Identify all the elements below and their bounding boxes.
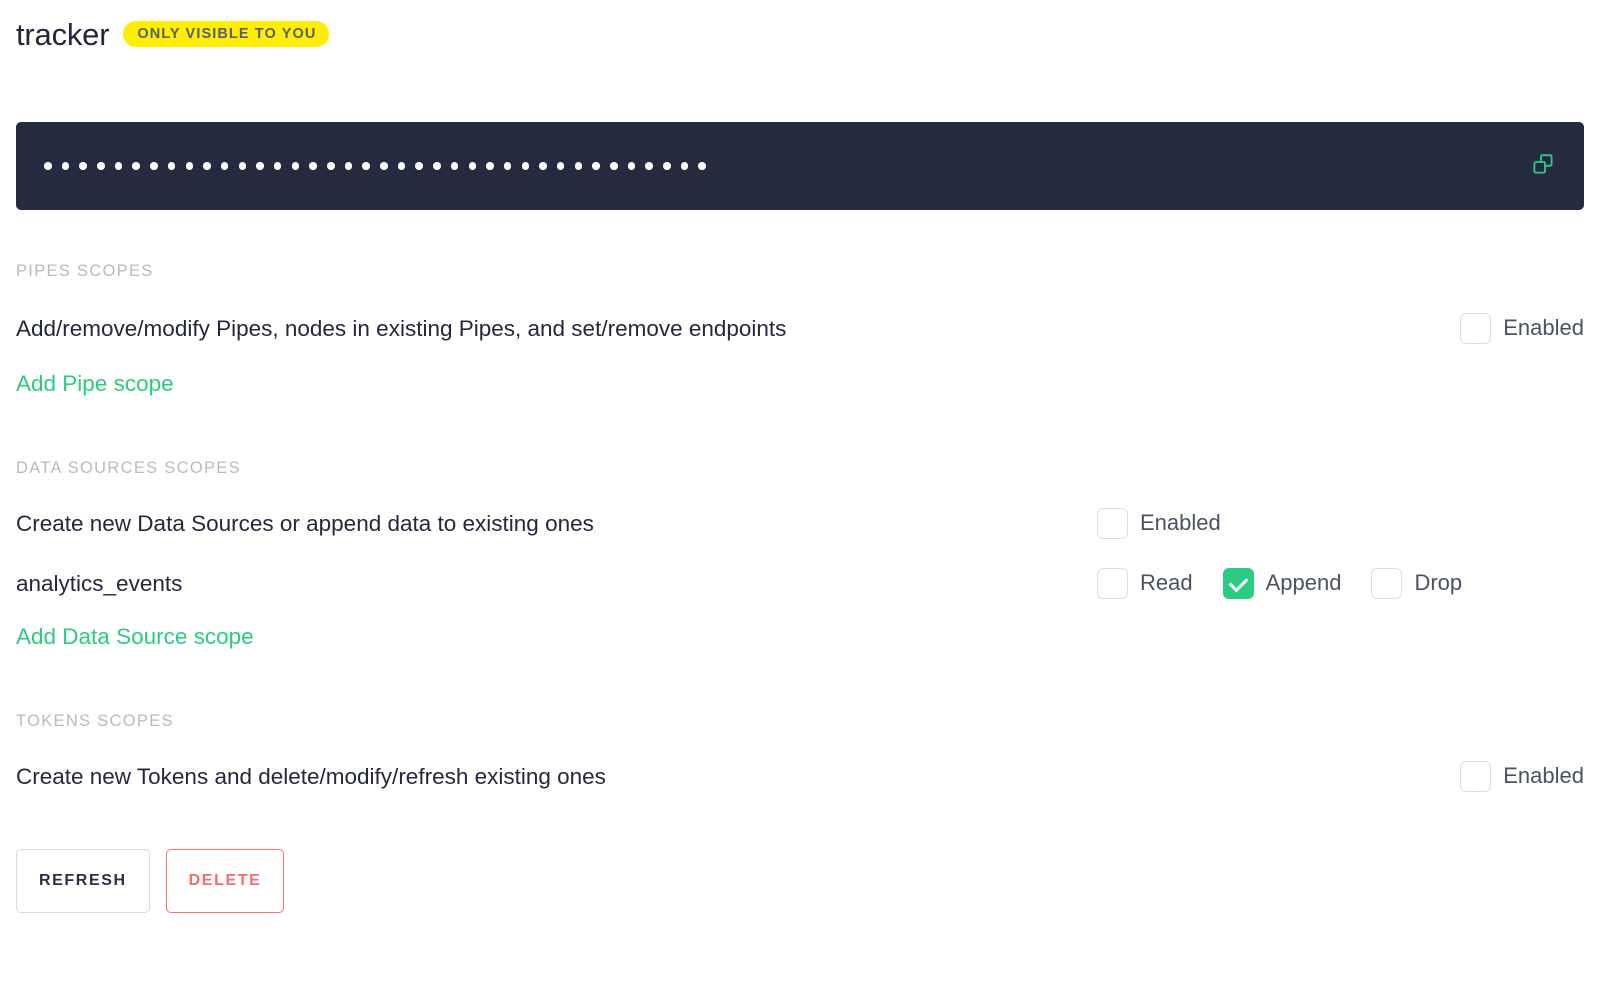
data-sources-scopes-label: DATA SOURCES SCOPES [16,459,1584,478]
tokens-scope-row: Create new Tokens and delete/modify/refr… [16,759,1584,793]
refresh-button[interactable]: REFRESH [16,849,150,913]
tokens-enabled-checkbox[interactable] [1460,761,1491,792]
data-sources-scope-description: Create new Data Sources or append data t… [16,510,594,537]
permission-append-checkbox[interactable] [1223,568,1254,599]
token-settings-page: tracker ONLY VISIBLE TO YOU PIPES SCOPES… [0,0,1600,994]
section-pipes-scopes: PIPES SCOPES Add/remove/modify Pipes, no… [16,262,1584,397]
data-sources-enabled-label: Enabled [1140,510,1221,536]
add-data-source-scope-row: Add Data Source scope [16,624,1584,650]
data-sources-enabled-group[interactable]: Enabled [1097,508,1221,539]
pipes-scope-row: Add/remove/modify Pipes, nodes in existi… [16,311,1584,345]
page-header: tracker ONLY VISIBLE TO YOU [0,0,1600,54]
pipes-enabled-checkbox[interactable] [1460,313,1491,344]
permission-read-checkbox[interactable] [1097,568,1128,599]
pipes-enabled-label: Enabled [1503,315,1584,341]
delete-button[interactable]: DELETE [166,849,285,913]
add-pipe-scope-row: Add Pipe scope [16,371,1584,397]
permission-drop-checkbox[interactable] [1371,568,1402,599]
pipes-enabled-group[interactable]: Enabled [1460,313,1584,344]
tokens-enabled-label: Enabled [1503,763,1584,789]
visibility-badge: ONLY VISIBLE TO YOU [123,21,329,48]
permission-append-group[interactable]: Append [1223,568,1342,599]
pipes-scopes-label: PIPES SCOPES [16,262,1584,281]
pipes-scope-controls: Enabled [1460,313,1584,344]
permission-read-label: Read [1140,570,1193,596]
copy-icon [1532,153,1554,180]
data-sources-scope-controls: Enabled [1097,508,1584,539]
page-title: tracker [16,19,109,50]
tokens-enabled-group[interactable]: Enabled [1460,761,1584,792]
section-data-sources-scopes: DATA SOURCES SCOPES Create new Data Sour… [16,459,1584,650]
tokens-scopes-label: TOKENS SCOPES [16,712,1584,731]
data-sources-enabled-checkbox[interactable] [1097,508,1128,539]
pipes-scope-description: Add/remove/modify Pipes, nodes in existi… [16,315,786,342]
token-value-field[interactable] [16,122,1584,210]
tokens-scope-controls: Enabled [1460,761,1584,792]
data-source-resource-row: analytics_events Read Append Drop [16,566,1584,600]
token-masked-value [44,162,706,170]
data-sources-scope-row: Create new Data Sources or append data t… [16,506,1584,540]
permission-drop-group[interactable]: Drop [1371,568,1462,599]
add-pipe-scope-link[interactable]: Add Pipe scope [16,371,174,397]
permission-append-label: Append [1266,570,1342,596]
tokens-scope-description: Create new Tokens and delete/modify/refr… [16,763,606,790]
data-source-permission-controls: Read Append Drop [1097,568,1584,599]
section-tokens-scopes: TOKENS SCOPES Create new Tokens and dele… [16,712,1584,793]
permission-read-group[interactable]: Read [1097,568,1193,599]
permission-drop-label: Drop [1414,570,1462,596]
add-data-source-scope-link[interactable]: Add Data Source scope [16,624,254,650]
action-buttons: REFRESH DELETE [16,849,1584,913]
copy-token-button[interactable] [1530,153,1556,179]
data-source-name: analytics_events [16,570,182,597]
